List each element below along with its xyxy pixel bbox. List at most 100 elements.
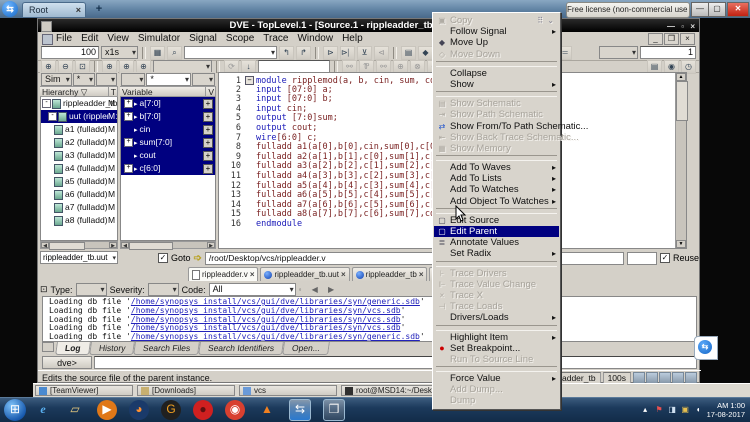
console-input[interactable] [94,356,697,369]
menu-item-set-radix[interactable]: Set Radix▸ [434,248,559,259]
menu-trace[interactable]: Trace [263,32,288,45]
hierarchy-bottom-tab[interactable]: rippleadder_tb.uut [40,251,118,264]
chrome-icon[interactable]: ◉ [225,400,245,420]
log-file-link[interactable]: /home/synopsys_install/vcs/gui/dve/libra… [131,323,401,332]
goto-path-input[interactable]: /root/Desktop/vcs/rippleadder.v [205,252,624,265]
update-tray-icon[interactable]: ◨ [667,405,678,414]
hierarchy-filter-combo[interactable]: * [73,73,95,86]
viewer-close-button[interactable]: ✕ [727,2,749,17]
menu-scope[interactable]: Scope [226,32,254,45]
search-combo[interactable] [184,46,277,59]
log-file-link[interactable]: /home/synopsys_install/vcs/gui/dve/libra… [131,315,401,324]
log-tab-open-[interactable]: Open... [283,342,331,355]
goto-aux-field[interactable] [627,252,657,265]
hierarchy-scope-combo[interactable]: Sim [41,73,72,86]
tree-item-a8[interactable]: a8 (fulladd)M [41,214,117,227]
new-doc-icon[interactable]: ▤ [401,46,416,60]
menu-item-follow-signal[interactable]: Follow Signal▸ [434,26,559,37]
mdi-minimize-button[interactable]: _ [648,33,663,45]
value-expand-icon[interactable]: + [203,112,213,122]
menu-item-set-breakpoint[interactable]: ●Set Breakpoint... [434,343,559,354]
menu-window[interactable]: Window [297,32,333,45]
tree-item-a5[interactable]: a5 (fulladd)M [41,175,117,188]
remote-task-root-msd14-deskt[interactable]: root@MSD14:~/Deskt... [341,385,439,396]
menu-item-edit-source[interactable]: ▢Edit Source [434,215,559,226]
variable-item-cout[interactable]: ▸cout+ [121,149,215,162]
variable-column-header[interactable]: Variable V [120,86,216,97]
red-app-icon[interactable]: ● [193,400,213,420]
menu-item-add-to-lists[interactable]: Add To Lists▸ [434,173,559,184]
log-file-link[interactable]: /home/synopsys_install/vcs/gui/dve/libra… [131,306,401,315]
collapse-icon[interactable]: - [48,112,57,121]
run-icon[interactable]: ◆ [418,46,433,60]
volume-tray-icon[interactable]: ◖ [693,405,704,414]
mdi-restore-button[interactable]: ❐ [664,33,679,45]
reuse-checkbox[interactable]: ✓ [660,253,670,263]
variable-item-cin[interactable]: ▸cin+ [121,123,215,136]
expand-icon[interactable]: + [124,112,133,121]
teamviewer-handle[interactable]: ⇆ [694,336,718,360]
teamviewer-icon[interactable]: ⇆ [289,399,311,421]
menu-signal[interactable]: Signal [189,32,217,45]
expand-icon[interactable]: + [124,164,133,173]
dve-window-controls[interactable]: — ▫ × [667,20,697,31]
remote-task-downloads[interactable]: [Downloads] [137,385,235,396]
time-unit-combo[interactable]: x1s [101,46,138,59]
log-severity-combo[interactable] [148,283,179,296]
variable-item-c60[interactable]: +▸c[6:0]+ [121,162,215,175]
start-button[interactable]: ⊞ [4,399,26,421]
log-code-combo[interactable]: All [209,283,296,296]
tree-item-a2[interactable]: a2 (fulladd)M [41,136,117,149]
menu-item-move-up[interactable]: ◆Move Up [434,37,559,48]
remote-window-icon[interactable]: ❒ [323,399,345,421]
menu-item-show-from-to-path-schematic[interactable]: ⇄Show From/To Path Schematic... [434,121,559,132]
value-expand-icon[interactable]: + [203,125,213,135]
menu-item-add-object-to-watches[interactable]: Add Object To Watches▸ [434,196,559,207]
explorer-icon[interactable]: ▱ [65,400,85,420]
step-icon[interactable]: ⊳ [323,46,338,60]
security-tray-icon[interactable]: ▣ [680,405,691,414]
log-tab-log[interactable]: Log [55,342,90,355]
tree-item-a7[interactable]: a7 (fulladd)M [41,201,117,214]
step-out-icon[interactable]: ⊲ [374,46,389,60]
mdi-close-button[interactable]: × [680,33,695,45]
expand-icon[interactable]: + [124,99,133,108]
menu-item-drivers-loads[interactable]: Drivers/Loads▸ [434,312,559,323]
fold-icon[interactable]: − [245,76,254,85]
log-nav-icons[interactable]: ◦ ◀ ▶ [299,285,339,294]
mdi-window-controls[interactable]: _❐× [647,33,695,45]
sim-time-field[interactable]: 100 [41,46,99,59]
menu-item-show[interactable]: Show▸ [434,79,559,90]
step-over-icon[interactable]: ⊻ [357,46,372,60]
tray-expand-icon[interactable]: ▴ [640,405,651,414]
collapse-icon[interactable]: - [42,99,51,108]
license-banner[interactable]: Free license (non-commercial use only) [566,2,690,18]
goto-checkbox[interactable]: ✓ [158,253,168,263]
menu-item-highlight-item[interactable]: Highlight Item▸ [434,332,559,343]
teamviewer-orb-icon[interactable]: ⇆ [2,1,18,17]
doc-tab-rippleadderv[interactable]: rippleadder.v× [188,267,258,281]
tab-close-icon[interactable]: × [76,5,81,15]
menu-edit[interactable]: Edit [81,32,98,45]
goto-arrow-icon[interactable]: ➩ [194,253,202,264]
new-tab-button[interactable]: + [92,3,106,15]
tab-close-icon[interactable]: × [250,269,255,281]
vlc-icon[interactable]: ▲ [257,400,277,420]
tree-item-a6[interactable]: a6 (fulladd)M [41,188,117,201]
hierarchy-column-header[interactable]: Hierarchy ▽ T [40,86,118,97]
tab-close-icon[interactable]: × [341,269,346,281]
viewer-tab-root[interactable]: Root × [22,2,86,17]
log-output[interactable]: Loading db file '/home/synopsys_install/… [42,296,697,342]
log-type-combo[interactable] [76,283,107,296]
find-binoculars-icon[interactable]: ⌕ [167,46,182,60]
menu-view[interactable]: View [107,32,129,45]
menu-item-force-value[interactable]: Force Value▸ [434,373,559,384]
log-file-link[interactable]: /home/synopsys_install/vcs/gui/dve/libra… [131,297,420,306]
tree-item-a4[interactable]: a4 (fulladd)M [41,162,117,175]
tree-item-uut[interactable]: -uut (ripplemod)M [41,110,117,123]
dve-titlebar[interactable]: DVE - TopLevel.1 - [Source.1 - rippleadd… [38,19,699,32]
hierarchy-hscrollbar[interactable]: ◀▶ [40,241,118,249]
edge-combo[interactable] [599,46,638,59]
doc-tab-rippleadder_tb[interactable]: rippleadder_tb× [352,267,428,281]
remote-task-vcs[interactable]: vcs [239,385,337,396]
